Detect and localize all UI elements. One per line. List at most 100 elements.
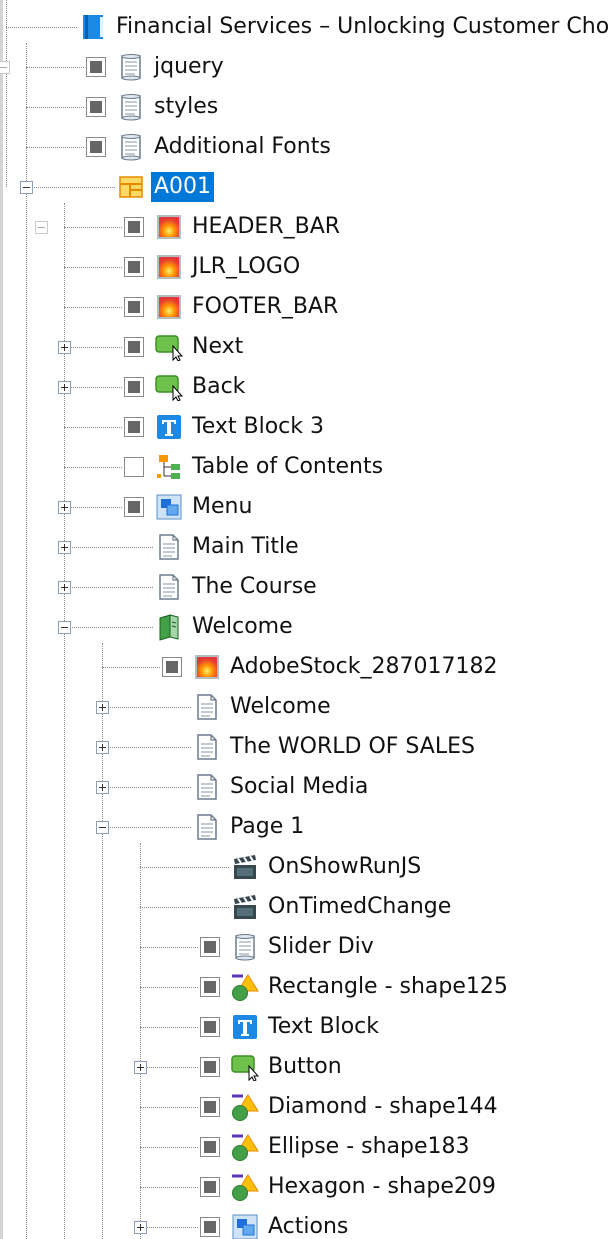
chapter-icon: [155, 613, 183, 641]
tree-connector-line: [64, 547, 153, 548]
tree-node-label[interactable]: The Course: [189, 572, 320, 602]
group-icon: [231, 1213, 259, 1239]
visibility-checkbox[interactable]: [162, 657, 182, 677]
tree-connector-line: [64, 307, 122, 308]
expand-toggle[interactable]: [58, 381, 71, 394]
visibility-checkbox[interactable]: [200, 937, 220, 957]
visibility-checkbox[interactable]: [200, 1177, 220, 1197]
collapse-toggle[interactable]: [96, 821, 109, 834]
expand-toggle[interactable]: [58, 581, 71, 594]
tree-connector-line: [64, 347, 122, 348]
tree-connector-line: [64, 427, 122, 428]
tree-guide-line: [26, 43, 27, 1239]
visibility-checkbox[interactable]: [200, 977, 220, 997]
text-block-icon: [155, 413, 183, 441]
tree-node-label[interactable]: Welcome: [189, 612, 296, 642]
tree-guide-line: [6, 0, 7, 187]
visibility-checkbox[interactable]: [124, 417, 144, 437]
tree-connector-line: [140, 987, 198, 988]
collapse-toggle[interactable]: [58, 621, 71, 634]
visibility-checkbox[interactable]: [124, 337, 144, 357]
tree-node-label[interactable]: Welcome: [227, 692, 334, 722]
tree-connector-line: [64, 507, 122, 508]
tree-node-label[interactable]: Rectangle - shape125: [265, 972, 511, 1002]
page-icon: [155, 573, 183, 601]
tree-connector-line: [102, 707, 191, 708]
tree-node-label[interactable]: Hexagon - shape209: [265, 1172, 499, 1202]
visibility-checkbox[interactable]: [200, 1137, 220, 1157]
visibility-checkbox[interactable]: [124, 377, 144, 397]
tree-connector-line: [26, 107, 84, 108]
tree-connector-line: [26, 187, 115, 188]
image-icon: [155, 213, 183, 241]
page-icon: [155, 533, 183, 561]
tree-node-label[interactable]: styles: [151, 92, 221, 122]
tree-node-label[interactable]: Financial Services – Unlocking Customer …: [113, 12, 608, 42]
tree-node-label[interactable]: Next: [189, 332, 246, 362]
action-clapper-icon: [231, 853, 259, 881]
tree-node-label[interactable]: Additional Fonts: [151, 132, 334, 162]
button-icon: [155, 373, 184, 402]
visibility-checkbox[interactable]: [200, 1017, 220, 1037]
visibility-checkbox[interactable]: [200, 1217, 220, 1237]
tree-node-label[interactable]: Back: [189, 372, 248, 402]
tree-node-label[interactable]: Button: [265, 1052, 345, 1082]
tree-connector-line: [64, 387, 122, 388]
tree-node-label[interactable]: Social Media: [227, 772, 371, 802]
expand-toggle[interactable]: [96, 741, 109, 754]
visibility-checkbox[interactable]: [86, 57, 106, 77]
expand-toggle[interactable]: [96, 781, 109, 794]
tree-connector-line: [140, 1187, 198, 1188]
expand-toggle[interactable]: [134, 1221, 147, 1234]
expand-toggle[interactable]: [58, 501, 71, 514]
visibility-checkbox[interactable]: [124, 217, 144, 237]
tree-node-label[interactable]: Text Block: [265, 1012, 382, 1042]
expand-toggle[interactable]: [58, 341, 71, 354]
tree-node-label[interactable]: AdobeStock_287017182: [227, 652, 500, 682]
visibility-checkbox[interactable]: [124, 257, 144, 277]
script-file-icon: [117, 93, 145, 121]
visibility-checkbox[interactable]: [200, 1057, 220, 1077]
tree-node-label[interactable]: Ellipse - shape183: [265, 1132, 473, 1162]
visibility-checkbox[interactable]: [124, 497, 144, 517]
visibility-checkbox[interactable]: [200, 1097, 220, 1117]
script-file-icon: [117, 53, 145, 81]
tree-node-label[interactable]: FOOTER_BAR: [189, 292, 341, 322]
collapse-toggle[interactable]: [0, 61, 10, 74]
tree-node-label[interactable]: The WORLD OF SALES: [227, 732, 478, 762]
visibility-checkbox[interactable]: [86, 137, 106, 157]
toc-icon: [155, 453, 183, 481]
tree-connector-line: [140, 1227, 198, 1228]
tree-node-label[interactable]: Diamond - shape144: [265, 1092, 501, 1122]
visibility-checkbox[interactable]: [86, 97, 106, 117]
tree-node-label[interactable]: Actions: [265, 1212, 351, 1239]
tree-node-label[interactable]: Page 1: [227, 812, 307, 842]
expand-toggle[interactable]: [134, 1061, 147, 1074]
tree-node-label[interactable]: Text Block 3: [189, 412, 327, 442]
tree-node-label[interactable]: Table of Contents: [189, 452, 386, 482]
tree-node-label[interactable]: Menu: [189, 492, 255, 522]
tree-node-label[interactable]: HEADER_BAR: [189, 212, 343, 242]
tree-node-label[interactable]: Main Title: [189, 532, 302, 562]
collapse-toggle[interactable]: [20, 181, 33, 194]
tree-connector-line: [64, 267, 122, 268]
tree-connector-line: [140, 907, 229, 908]
tree-connector-line: [140, 1147, 198, 1148]
tree-guide-line: [102, 643, 103, 1239]
visibility-checkbox[interactable]: [124, 297, 144, 317]
tree-node-label[interactable]: A001: [151, 172, 215, 202]
image-icon: [193, 653, 221, 681]
expand-toggle[interactable]: [58, 541, 71, 554]
expand-toggle[interactable]: [96, 701, 109, 714]
tree-node-label[interactable]: OnShowRunJS: [265, 852, 424, 882]
tree-node-label[interactable]: jquery: [151, 52, 227, 82]
tree-node-label[interactable]: OnTimedChange: [265, 892, 454, 922]
collapse-toggle[interactable]: [35, 221, 48, 234]
tree-node-label[interactable]: JLR_LOGO: [189, 252, 303, 282]
page-icon: [193, 773, 221, 801]
page-icon: [193, 733, 221, 761]
visibility-checkbox[interactable]: [124, 457, 144, 477]
tree-connector-line: [26, 67, 84, 68]
project-tree[interactable]: Financial Services – Unlocking Customer …: [0, 0, 608, 1239]
tree-node-label[interactable]: Slider Div: [265, 932, 377, 962]
